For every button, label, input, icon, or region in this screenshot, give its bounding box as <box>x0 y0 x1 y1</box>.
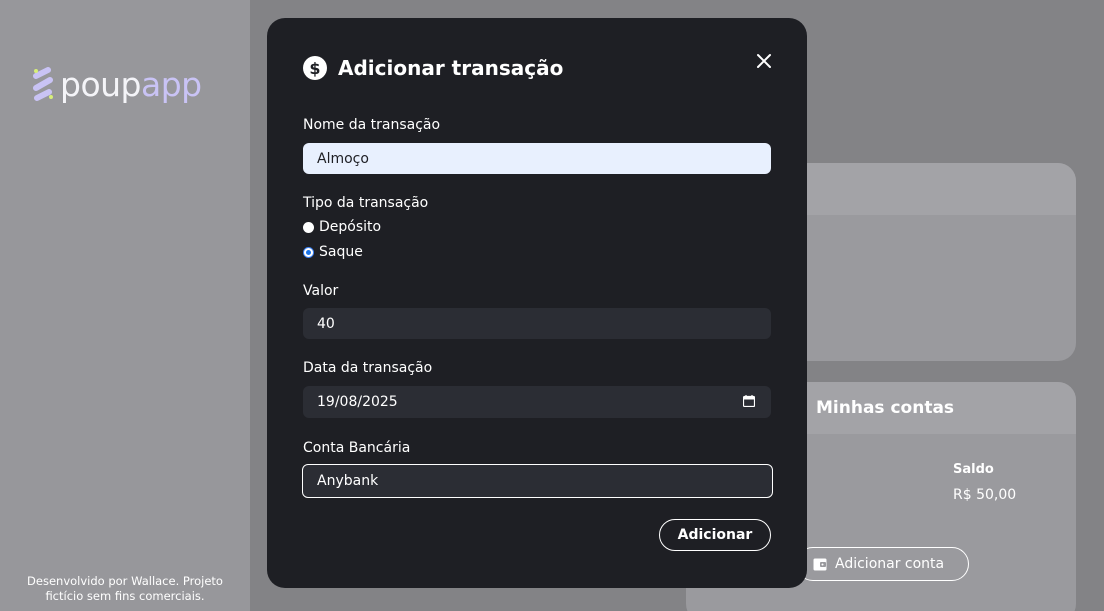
radio-deposit[interactable]: Depósito <box>303 219 381 235</box>
amount-input[interactable]: 40 <box>303 308 771 339</box>
transaction-type-label: Tipo da transação <box>303 195 429 211</box>
close-icon[interactable] <box>755 52 773 70</box>
transaction-name-value: Almoço <box>317 150 369 167</box>
bank-account-value: Anybank <box>317 473 379 489</box>
transaction-name-input[interactable]: Almoço <box>303 143 771 174</box>
add-transaction-modal: $ Adicionar transação Nome da transação … <box>267 18 807 588</box>
date-label: Data da transação <box>303 360 433 376</box>
date-input[interactable]: 19/08/2025 <box>303 386 771 418</box>
add-transaction-button[interactable]: Adicionar <box>659 519 771 551</box>
calendar-icon[interactable] <box>743 395 755 407</box>
logo-mark-icon <box>33 67 53 101</box>
balance-label: Saldo <box>953 462 994 477</box>
radio-withdraw-circle[interactable] <box>303 246 314 258</box>
balance-value: R$ 50,00 <box>953 487 1017 503</box>
dollar-circle-icon: $ <box>303 56 327 80</box>
add-account-button[interactable]: Adicionar conta <box>796 547 969 581</box>
logo-text: poupapp <box>60 64 202 104</box>
radio-withdraw[interactable]: Saque <box>303 244 363 260</box>
transaction-name-label: Nome da transação <box>303 117 441 133</box>
radio-withdraw-label: Saque <box>319 244 363 260</box>
bank-account-select[interactable]: Anybank <box>302 464 773 498</box>
amount-label: Valor <box>303 283 339 299</box>
wallet-icon <box>813 558 827 570</box>
footer-line-2: fictício sem fins comerciais. <box>45 589 205 603</box>
radio-deposit-circle[interactable] <box>303 221 314 233</box>
modal-title: Adicionar transação <box>338 56 564 80</box>
app-logo: poupapp <box>32 66 202 102</box>
radio-deposit-label: Depósito <box>319 219 382 235</box>
modal-header: $ Adicionar transação <box>303 56 563 80</box>
accounts-card-title: Minhas contas <box>816 398 955 418</box>
add-account-label: Adicionar conta <box>835 556 945 572</box>
footer-note: Desenvolvido por Wallace. Projeto fictíc… <box>0 574 250 604</box>
footer-line-1: Desenvolvido por Wallace. Projeto <box>27 574 223 588</box>
bank-account-label: Conta Bancária <box>303 440 411 456</box>
amount-value: 40 <box>317 315 335 332</box>
date-value: 19/08/2025 <box>317 394 398 410</box>
sidebar: poupapp Desenvolvido por Wallace. Projet… <box>0 0 250 611</box>
